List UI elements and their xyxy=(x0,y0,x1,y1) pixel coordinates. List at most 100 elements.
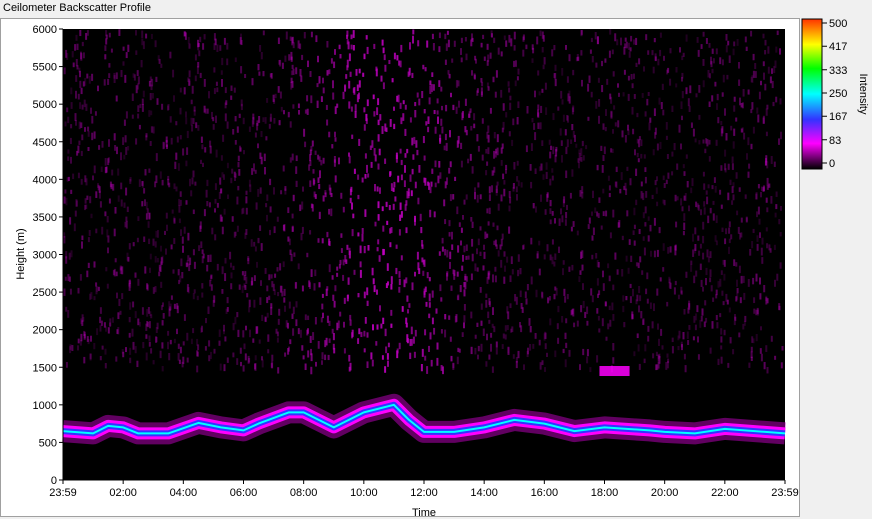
noise-speckle xyxy=(702,80,705,88)
noise-speckle xyxy=(178,198,181,206)
noise-speckle xyxy=(643,358,646,364)
noise-speckle xyxy=(495,347,498,355)
noise-speckle xyxy=(290,70,293,76)
y-axis: 0500100015002000250030003500400045005000… xyxy=(33,24,64,487)
noise-speckle xyxy=(310,348,312,356)
noise-speckle xyxy=(432,84,435,91)
noise-speckle xyxy=(439,284,442,292)
noise-speckle xyxy=(493,166,496,173)
noise-speckle xyxy=(697,235,700,241)
plot-area xyxy=(63,29,785,480)
noise-speckle xyxy=(509,95,512,101)
noise-speckle xyxy=(385,283,388,289)
noise-speckle xyxy=(628,239,631,245)
noise-speckle xyxy=(624,37,627,42)
noise-speckle xyxy=(707,184,710,189)
y-tick-label: 0 xyxy=(51,475,57,487)
noise-speckle xyxy=(731,186,734,194)
noise-speckle xyxy=(463,245,466,253)
noise-speckle xyxy=(260,156,263,165)
noise-speckle xyxy=(667,172,670,179)
noise-speckle xyxy=(572,221,575,227)
noise-speckle xyxy=(490,343,492,352)
noise-speckle xyxy=(701,308,704,316)
noise-speckle xyxy=(610,110,613,118)
noise-speckle xyxy=(494,275,497,283)
noise-speckle xyxy=(343,297,346,304)
noise-speckle xyxy=(438,80,441,87)
noise-speckle xyxy=(682,332,685,340)
noise-speckle xyxy=(509,303,512,309)
noise-speckle xyxy=(725,34,728,41)
noise-speckle xyxy=(108,63,111,68)
noise-speckle xyxy=(214,234,217,241)
noise-speckle xyxy=(665,179,668,185)
noise-speckle xyxy=(752,338,755,344)
noise-speckle xyxy=(398,229,401,236)
noise-speckle xyxy=(692,233,694,242)
noise-speckle xyxy=(80,178,83,185)
noise-speckle xyxy=(517,269,520,277)
noise-speckle xyxy=(524,291,527,299)
noise-speckle xyxy=(549,200,552,207)
noise-speckle xyxy=(431,168,434,174)
noise-speckle xyxy=(380,75,383,82)
x-axis: 23:59 02:00 04:00 06:00 08:00 10:00 12:00 14:00… xyxy=(49,479,799,499)
noise-speckle xyxy=(585,145,588,150)
noise-speckle xyxy=(737,226,740,234)
noise-speckle xyxy=(501,127,504,133)
noise-speckle xyxy=(226,297,229,304)
noise-speckle xyxy=(304,141,307,148)
noise-speckle xyxy=(384,123,387,132)
noise-speckle xyxy=(175,152,178,160)
noise-speckle xyxy=(348,53,351,62)
noise-speckle xyxy=(427,116,430,125)
noise-speckle xyxy=(558,246,560,254)
noise-speckle xyxy=(190,190,193,197)
noise-speckle xyxy=(167,104,170,110)
noise-speckle xyxy=(714,186,717,193)
noise-speckle xyxy=(723,273,726,281)
noise-speckle xyxy=(497,47,500,55)
noise-speckle xyxy=(629,283,632,289)
noise-speckle xyxy=(190,117,193,126)
noise-speckle xyxy=(724,238,727,245)
noise-speckle xyxy=(688,205,690,212)
noise-speckle xyxy=(72,62,75,68)
noise-speckle xyxy=(695,270,698,277)
noise-speckle xyxy=(728,55,731,63)
noise-speckle xyxy=(351,202,353,210)
noise-speckle xyxy=(302,186,304,192)
noise-speckle xyxy=(89,293,92,300)
noise-speckle xyxy=(136,83,139,90)
noise-speckle xyxy=(348,354,351,362)
noise-speckle xyxy=(590,288,593,296)
noise-speckle xyxy=(88,230,91,236)
noise-speckle xyxy=(101,345,104,350)
noise-speckle xyxy=(76,43,79,50)
noise-speckle xyxy=(586,356,589,364)
noise-speckle xyxy=(306,329,309,336)
noise-speckle xyxy=(488,207,491,215)
noise-speckle xyxy=(93,165,96,174)
noise-speckle xyxy=(500,259,503,268)
noise-speckle xyxy=(561,215,564,223)
noise-speckle xyxy=(142,342,145,349)
noise-speckle xyxy=(501,344,504,350)
noise-speckle xyxy=(613,105,616,110)
noise-speckle xyxy=(104,158,107,166)
noise-speckle xyxy=(541,47,544,53)
noise-speckle xyxy=(128,280,131,287)
noise-speckle xyxy=(419,213,422,222)
noise-speckle xyxy=(778,305,781,311)
noise-speckle xyxy=(173,183,176,190)
noise-speckle xyxy=(108,198,111,204)
noise-speckle xyxy=(616,269,619,275)
noise-speckle xyxy=(284,55,287,62)
noise-speckle xyxy=(541,88,544,93)
noise-speckle xyxy=(251,78,254,86)
noise-speckle xyxy=(617,120,620,128)
noise-speckle xyxy=(108,32,111,38)
noise-speckle xyxy=(503,180,506,185)
noise-speckle xyxy=(187,255,190,262)
